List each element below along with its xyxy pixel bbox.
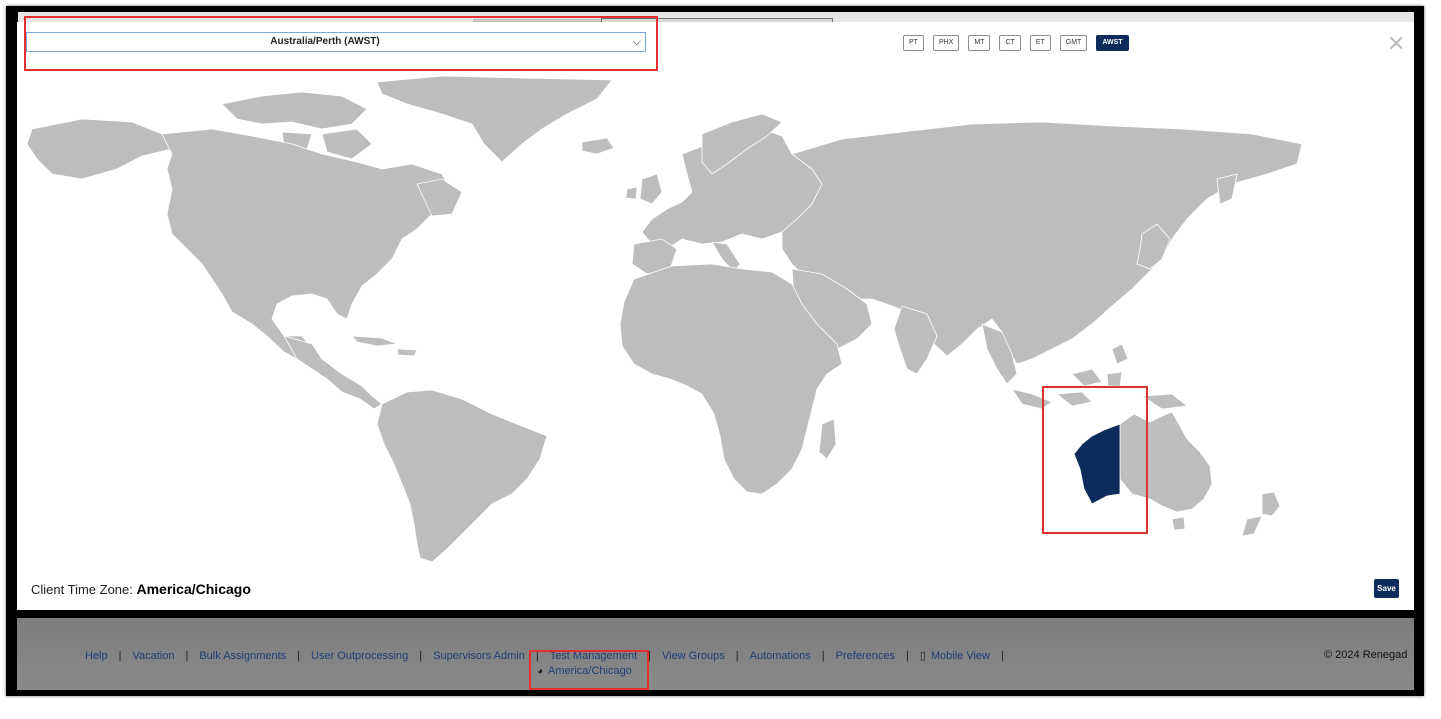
client-time-zone: Client Time Zone: America/Chicago [31, 581, 251, 597]
footer-link-automations[interactable]: Automations [750, 650, 811, 662]
map-region-alaska [26, 118, 173, 180]
separator: | [1000, 649, 1004, 662]
footer-link-user-outprocessing[interactable]: User Outprocessing [311, 650, 408, 662]
footer-link-view-groups[interactable]: View Groups [662, 650, 725, 662]
zone-button-phx[interactable]: PHX [932, 35, 960, 51]
map-region-uk [639, 173, 663, 205]
separator: | [735, 649, 739, 662]
zone-button-awst[interactable]: AWST [1096, 35, 1129, 51]
quick-zone-buttons: PT PHX MT CT ET GMT AWST [903, 35, 1129, 51]
highlight-timezone-select [24, 16, 658, 71]
footer-link-mobile-view[interactable]: ▯ Mobile View [920, 649, 990, 662]
map-region-north-america [161, 128, 453, 365]
timezone-modal: Australia/Perth (AWST) ⌵ PT PHX MT CT ET… [17, 22, 1414, 610]
page-footer: Help | Vacation | Bulk Assignments | User O… [17, 618, 1414, 690]
save-button[interactable]: Save [1374, 579, 1399, 598]
footer-link-vacation[interactable]: Vacation [132, 650, 174, 662]
map-region-central-america [283, 335, 383, 410]
mobile-view-label: Mobile View [930, 650, 990, 662]
footer-link-bulk-assignments[interactable]: Bulk Assignments [199, 650, 286, 662]
copyright: © 2024 Renegad [1324, 649, 1408, 661]
highlight-western-australia [1042, 386, 1148, 534]
zone-button-gmt[interactable]: GMT [1059, 35, 1088, 51]
zone-button-mt[interactable]: MT [968, 35, 991, 51]
zone-button-ct[interactable]: CT [999, 35, 1021, 51]
map-region-arctic-islands [221, 91, 368, 130]
separator: | [419, 649, 423, 662]
client-time-zone-value: America/Chicago [136, 581, 251, 597]
highlight-footer-timezone [529, 650, 649, 690]
footer-link-help[interactable]: Help [85, 650, 108, 662]
map-region-new-zealand [1261, 491, 1281, 517]
separator: | [185, 649, 189, 662]
footer-link-supervisors-admin[interactable]: Supervisors Admin [433, 650, 525, 662]
footer-link-preferences[interactable]: Preferences [836, 650, 895, 662]
zone-button-pt[interactable]: PT [903, 35, 924, 51]
separator: | [821, 649, 825, 662]
separator: | [297, 649, 301, 662]
zone-button-et[interactable]: ET [1029, 35, 1051, 51]
separator: | [905, 649, 909, 662]
close-icon[interactable]: ✕ [1387, 32, 1405, 56]
separator: | [118, 649, 122, 662]
map-region-south-america [376, 389, 548, 563]
client-time-zone-label: Client Time Zone: [31, 582, 133, 597]
map-region-greenland [376, 75, 613, 163]
mobile-icon: ▯ [919, 650, 926, 662]
